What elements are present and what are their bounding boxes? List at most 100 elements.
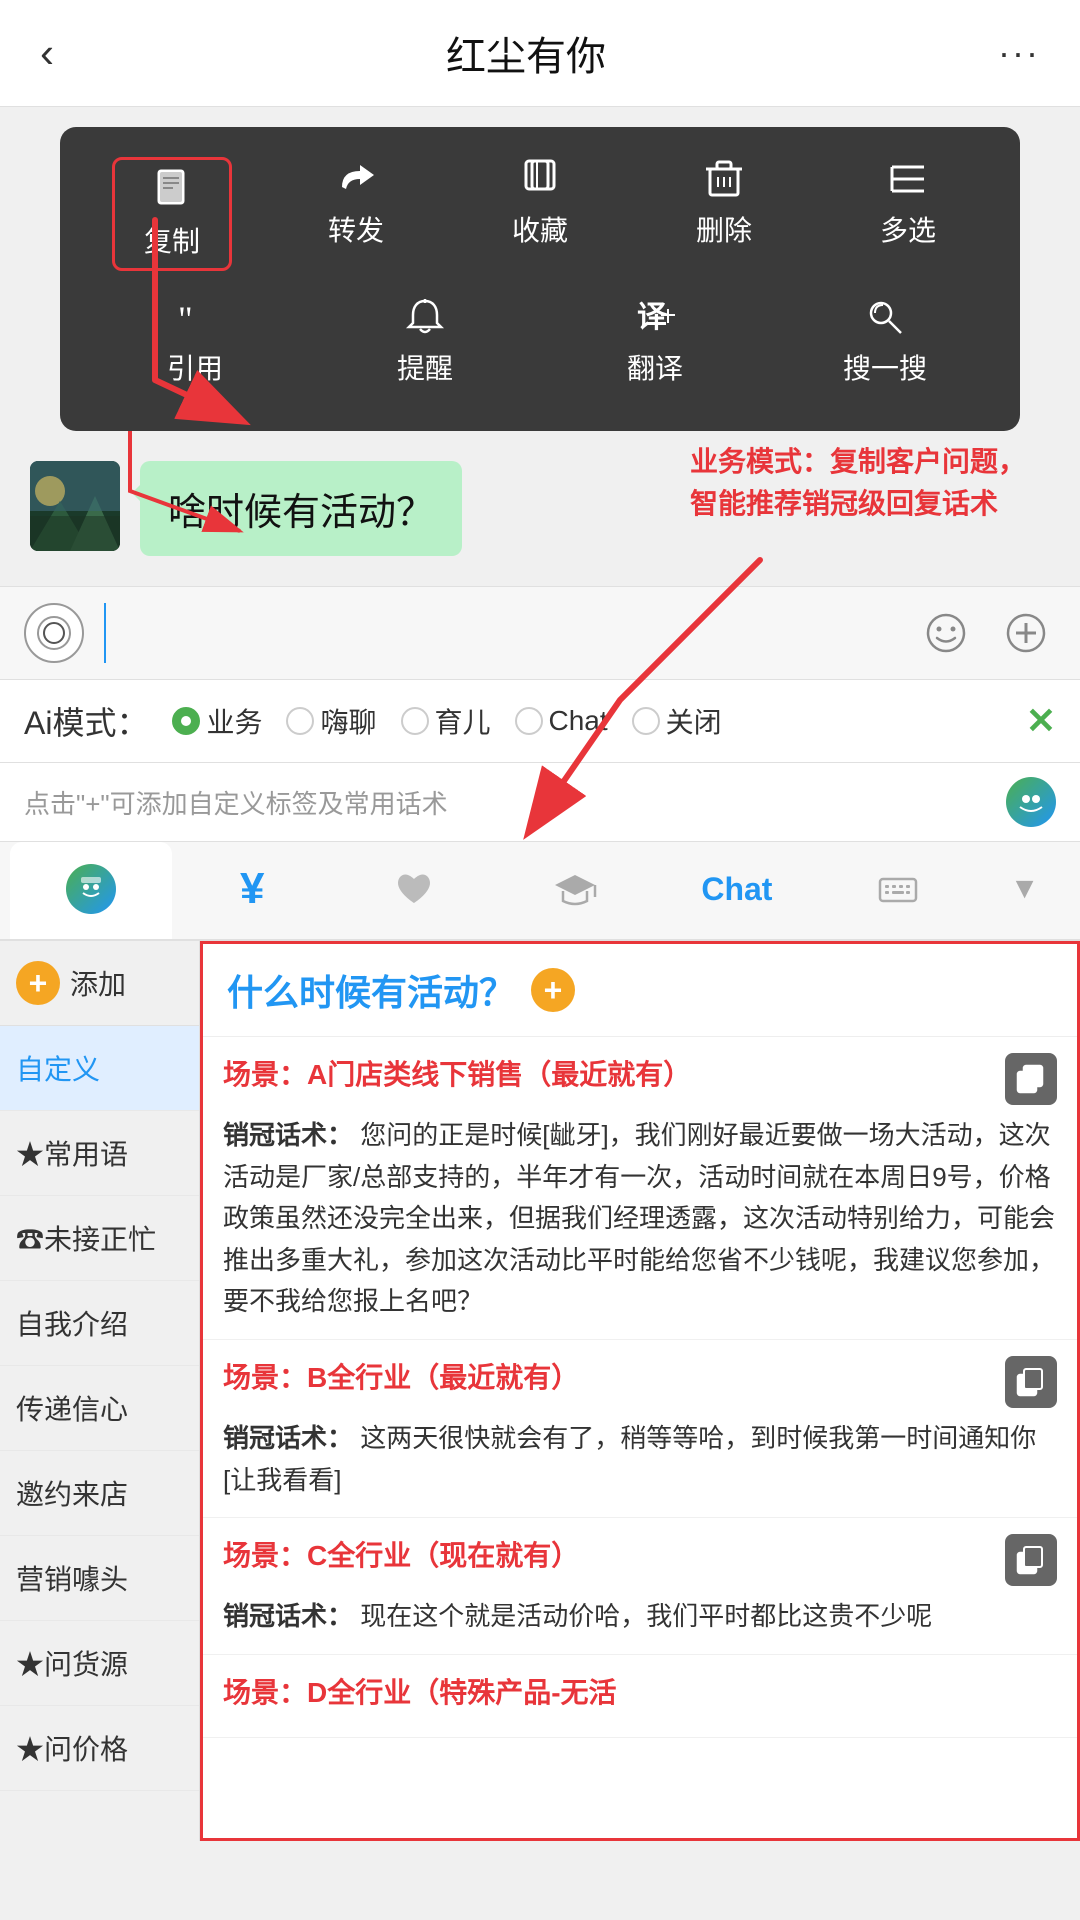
sidebar-item-common[interactable]: ★常用语 (0, 1111, 199, 1196)
voice-button[interactable] (24, 603, 84, 663)
script-c-label: 销冠话术： (223, 1601, 353, 1631)
script-a-label: 销冠话术： (223, 1120, 353, 1150)
mode-chat[interactable]: 嗨聊 (286, 701, 376, 741)
ai-mode-label: Ai模式： (24, 698, 148, 744)
chat-bubble: 啥时候有活动？ (140, 461, 462, 556)
translate-icon: 译 (633, 295, 677, 339)
menu-delete[interactable]: 删除 (664, 157, 784, 271)
quote-icon: " (173, 295, 217, 339)
toolbar-robot[interactable] (10, 842, 172, 939)
script-b: 销冠话术： 这两天很快就会有了，稍等等哈，到时候我第一时间通知你[让我看看] (223, 1418, 1057, 1501)
page-title: 红尘有你 (446, 24, 606, 82)
script-b-label: 销冠话术： (223, 1423, 353, 1453)
hint-bar: 点击"+"可添加自定义标签及常用话术 (0, 763, 1080, 842)
sidebar-add[interactable]: + 添加 (0, 941, 199, 1026)
add-circle-icon: + (16, 961, 60, 1005)
radio-parenting[interactable] (401, 707, 429, 735)
script-c: 销冠话术： 现在这个就是活动价哈，我们平时都比这贵不少呢 (223, 1596, 1057, 1638)
collect-icon (518, 157, 562, 201)
context-menu-container: 复制 转发 收藏 (0, 107, 1080, 431)
search-menu-icon (863, 295, 907, 339)
hint-text: 点击"+"可添加自定义标签及常用话术 (24, 784, 448, 821)
menu-forward[interactable]: 转发 (296, 157, 416, 271)
collect-label: 收藏 (512, 209, 568, 249)
script-a: 销冠话术： 您问的正是时候[龇牙]，我们刚好最近要做一场大活动，这次活动是厂家/… (223, 1115, 1057, 1323)
mode-business[interactable]: 业务 (172, 701, 262, 741)
scene-b-text: 场景：B全行业（最近就有） (223, 1356, 995, 1396)
toolbar-heart[interactable] (333, 845, 495, 936)
chat-section: 啥时候有活动？ 业务模式：复制客户问题，智能推荐销冠级回复话术 (0, 431, 1080, 586)
svg-text:译: 译 (637, 301, 668, 334)
menu-multiselect[interactable]: 多选 (848, 157, 968, 271)
menu-collect[interactable]: 收藏 (480, 157, 600, 271)
close-ai-button[interactable]: ✕ (1026, 700, 1056, 742)
content-header: 什么时候有活动？ + (203, 944, 1077, 1037)
radio-chat[interactable] (286, 707, 314, 735)
copy-block-c-button[interactable] (1005, 1534, 1057, 1586)
mode-chateng[interactable]: Chat (515, 705, 608, 737)
scene-a-label: 场景：A门店类线下销售（最近就有） (223, 1053, 1057, 1105)
forward-label: 转发 (328, 209, 384, 249)
top-nav: ‹ 红尘有你 ··· (0, 0, 1080, 107)
sidebar-item-busy[interactable]: ☎未接正忙 (0, 1196, 199, 1281)
add-button[interactable] (996, 603, 1056, 663)
copy-block-a-button[interactable] (1005, 1053, 1057, 1105)
sidebar-item-price[interactable]: ★问价格 (0, 1706, 199, 1791)
search-menu-label: 搜一搜 (843, 347, 927, 387)
back-button[interactable]: ‹ (40, 29, 54, 77)
toolbar-money[interactable]: ¥ (172, 842, 334, 939)
menu-copy[interactable]: 复制 (112, 157, 232, 271)
more-button[interactable]: ··· (998, 32, 1040, 74)
remind-label: 提醒 (397, 347, 453, 387)
scene-b-label: 场景：B全行业（最近就有） (223, 1356, 1057, 1408)
copy-block-b-button[interactable] (1005, 1356, 1057, 1408)
sidebar-item-custom[interactable]: 自定义 (0, 1026, 199, 1111)
menu-quote[interactable]: " 引用 (135, 295, 255, 387)
toolbar-chat-text[interactable]: Chat (656, 849, 818, 933)
copy-label: 复制 (144, 220, 200, 260)
scene-d-label: 场景：D全行业（特殊产品-无活 (223, 1671, 1057, 1711)
emoji-button[interactable] (916, 603, 976, 663)
mode-off[interactable]: 关闭 (632, 701, 722, 741)
context-menu-row-2: " 引用 提醒 译 (80, 295, 1000, 387)
sidebar-add-label: 添加 (70, 963, 126, 1003)
money-icon: ¥ (240, 864, 264, 914)
content-title: 什么时候有活动？ (227, 964, 515, 1016)
mode-parenting[interactable]: 育儿 (401, 701, 491, 741)
toolbar-graduation[interactable] (495, 845, 657, 936)
main-content: + 添加 自定义 ★常用语 ☎未接正忙 自我介绍 传递信心 邀约来店 营销噱头 … (0, 941, 1080, 1841)
sidebar-item-intro[interactable]: 自我介绍 (0, 1281, 199, 1366)
sidebar-item-source[interactable]: ★问货源 (0, 1621, 199, 1706)
graduation-icon (553, 867, 597, 911)
menu-remind[interactable]: 提醒 (365, 295, 485, 387)
mode-chat-label: 嗨聊 (320, 701, 376, 741)
chat-logo (1006, 777, 1056, 827)
scene-c-text: 场景：C全行业（现在就有） (223, 1534, 995, 1574)
keyboard-icon (876, 867, 920, 911)
scene-c-label: 场景：C全行业（现在就有） (223, 1534, 1057, 1586)
toolbar-keyboard[interactable] (818, 845, 980, 936)
avatar (30, 461, 120, 551)
chat-text-icon: Chat (701, 871, 772, 908)
radio-chateng[interactable] (515, 707, 543, 735)
sidebar: + 添加 自定义 ★常用语 ☎未接正忙 自我介绍 传递信心 邀约来店 营销噱头 … (0, 941, 200, 1841)
message-input[interactable] (104, 603, 896, 663)
translate-label: 翻译 (627, 347, 683, 387)
toolbar-down[interactable]: ▼ (979, 850, 1070, 931)
delete-label: 删除 (696, 209, 752, 249)
quote-label: 引用 (167, 347, 223, 387)
menu-search[interactable]: 搜一搜 (825, 295, 945, 387)
ai-mode-bar: Ai模式： 业务 嗨聊 育儿 Chat 关闭 ✕ (0, 680, 1080, 763)
menu-translate[interactable]: 译 翻译 (595, 295, 715, 387)
mode-chateng-label: Chat (549, 705, 608, 737)
sidebar-item-confidence[interactable]: 传递信心 (0, 1366, 199, 1451)
chat-area: 啥时候有活动？ 业务模式：复制客户问题，智能推荐销冠级回复话术 (0, 431, 1080, 586)
block-b: 场景：B全行业（最近就有） 销冠话术： 这两天很快就会有了，稍等等哈，到时候我第… (203, 1340, 1077, 1518)
multiselect-label: 多选 (880, 209, 936, 249)
block-c: 场景：C全行业（现在就有） 销冠话术： 现在这个就是活动价哈，我们平时都比这贵不… (203, 1518, 1077, 1655)
add-item-button[interactable]: + (531, 968, 575, 1012)
sidebar-item-invite[interactable]: 邀约来店 (0, 1451, 199, 1536)
radio-business[interactable] (172, 707, 200, 735)
radio-off[interactable] (632, 707, 660, 735)
sidebar-item-marketing[interactable]: 营销噱头 (0, 1536, 199, 1621)
